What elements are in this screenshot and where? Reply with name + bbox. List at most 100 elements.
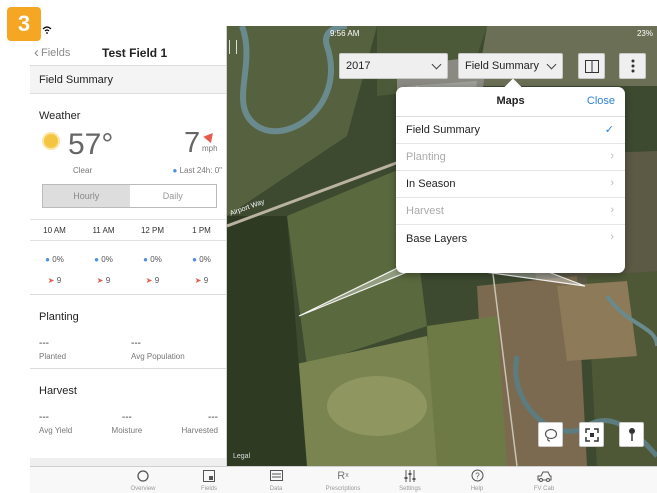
svg-text:?: ? bbox=[475, 472, 480, 481]
stat-value: --- bbox=[39, 412, 49, 423]
lasso-button[interactable] bbox=[538, 422, 563, 447]
tab-fv-cab[interactable]: FV Cab bbox=[514, 468, 574, 492]
hour-wind-value: 9 bbox=[56, 276, 62, 285]
nav-bar: ‹ Fields Test Field 1 bbox=[30, 40, 226, 66]
hour-time: 11 AM bbox=[92, 225, 115, 235]
chevron-down-icon bbox=[431, 59, 442, 70]
tab-daily[interactable]: Daily bbox=[130, 185, 217, 207]
wind-arrow-icon: ➤ bbox=[145, 276, 153, 285]
tab-label: Prescriptions bbox=[325, 486, 361, 492]
back-button[interactable]: ‹ Fields bbox=[34, 45, 70, 60]
tab-label: Fields bbox=[200, 486, 217, 492]
condition: Clear bbox=[73, 166, 93, 175]
tab-label: Settings bbox=[399, 486, 421, 492]
wifi-icon bbox=[42, 26, 52, 34]
wind-unit: mph bbox=[202, 144, 218, 153]
more-options-button[interactable] bbox=[619, 53, 646, 79]
hour-rain-cell: ● 0% bbox=[79, 255, 128, 264]
hour-time: 12 PM bbox=[140, 225, 165, 235]
wind-direction-icon bbox=[203, 129, 217, 144]
stat-label: Planted bbox=[39, 352, 67, 361]
map-item-label: Harvest bbox=[406, 205, 444, 217]
legal-link[interactable]: Legal bbox=[233, 453, 250, 460]
map-item-field-summary[interactable]: Field Summary ✓ bbox=[396, 117, 625, 144]
tab-data[interactable]: Data bbox=[246, 468, 306, 492]
rain-24h-value: Last 24h: 0" bbox=[179, 166, 222, 175]
wind-speed: 7 bbox=[184, 127, 201, 159]
planting-section: Planting --- Planted --- Avg Population bbox=[30, 294, 226, 362]
section-header: Field Summary bbox=[30, 66, 226, 94]
hour-wind-cell: ➤ 9 bbox=[79, 276, 128, 285]
stat-avg-yield: --- Avg Yield bbox=[39, 412, 72, 436]
stat-value: --- bbox=[39, 338, 49, 349]
hour-rain-cell: ● 0% bbox=[128, 255, 177, 264]
tab-label: Data bbox=[269, 486, 283, 492]
hour-wind-value: 9 bbox=[203, 276, 209, 285]
weather-title: Weather bbox=[39, 110, 81, 122]
page-title: Test Field 1 bbox=[102, 45, 168, 60]
map-item-base-layers[interactable]: Base Layers › bbox=[396, 225, 625, 252]
chevron-left-icon: ‹ bbox=[34, 44, 39, 61]
hour-wind-cell: ➤ 9 bbox=[30, 276, 79, 285]
layer-select-value: Field Summary bbox=[465, 60, 539, 72]
settings-icon bbox=[380, 468, 440, 483]
hour-rain-value: 0% bbox=[199, 255, 211, 264]
tab-settings[interactable]: Settings bbox=[380, 468, 440, 492]
tab-fields[interactable]: Fields bbox=[179, 468, 239, 492]
tab-prescriptions[interactable]: Rx Prescriptions bbox=[313, 468, 373, 493]
raindrop-icon: ● bbox=[45, 255, 51, 264]
status-time: 9:56 AM bbox=[330, 29, 360, 38]
fields-icon bbox=[179, 468, 239, 483]
chevron-right-icon: › bbox=[610, 204, 614, 216]
raindrop-icon: ● bbox=[172, 166, 178, 175]
drop-pin-button[interactable] bbox=[619, 422, 644, 447]
chevron-right-icon: › bbox=[610, 150, 614, 162]
hour-wind-value: 9 bbox=[154, 276, 160, 285]
more-vertical-icon bbox=[631, 59, 634, 73]
help-icon: ? bbox=[447, 468, 507, 483]
harvest-section: Harvest --- Avg Yield --- Moisture --- H… bbox=[30, 368, 226, 436]
map-item-label: Planting bbox=[406, 151, 446, 163]
fit-bounds-icon bbox=[584, 427, 599, 442]
stat-avg-population: --- Avg Population bbox=[131, 338, 185, 362]
field-panel: ‹ Fields Test Field 1 Field Summary Weat… bbox=[30, 26, 227, 466]
wind-arrow-icon: ➤ bbox=[96, 276, 104, 285]
tab-overview[interactable]: Overview bbox=[113, 468, 173, 492]
stat-label: Avg Population bbox=[131, 352, 185, 361]
fit-bounds-button[interactable] bbox=[579, 422, 604, 447]
hour-times: 10 AM 11 AM 12 PM 1 PM bbox=[30, 220, 226, 241]
popover-header: Maps Close bbox=[396, 87, 625, 117]
stat-value: --- bbox=[131, 338, 141, 349]
stat-label: Moisture bbox=[111, 426, 143, 435]
year-select[interactable]: 2017 bbox=[339, 53, 448, 79]
map-item-in-season[interactable]: In Season › bbox=[396, 171, 625, 198]
layer-select[interactable]: Field Summary bbox=[458, 53, 563, 79]
hour-rain-value: 0% bbox=[52, 255, 64, 264]
tab-help[interactable]: ? Help bbox=[447, 468, 507, 492]
planting-stats: --- Planted --- Avg Population bbox=[30, 338, 226, 362]
split-view-button[interactable] bbox=[578, 53, 605, 79]
step-badge: 3 bbox=[7, 7, 41, 41]
wind-arrow-icon: ➤ bbox=[47, 276, 55, 285]
hour-time: 10 AM bbox=[43, 225, 66, 235]
harvest-stats: --- Avg Yield --- Moisture --- Harvested bbox=[30, 412, 226, 436]
raindrop-icon: ● bbox=[94, 255, 100, 264]
hour-rain-value: 0% bbox=[150, 255, 162, 264]
back-label: Fields bbox=[41, 46, 71, 59]
chevron-right-icon: › bbox=[610, 177, 614, 189]
harvest-title: Harvest bbox=[39, 385, 77, 397]
map-item-planting: Planting › bbox=[396, 144, 625, 171]
close-button[interactable]: Close bbox=[587, 95, 615, 107]
hour-rain-cell: ● 0% bbox=[177, 255, 226, 264]
panel-resize-handle[interactable] bbox=[229, 40, 237, 54]
split-view-icon bbox=[584, 59, 599, 73]
weather-current: 57° Clear 7 mph ● Last 24h: 0" bbox=[30, 122, 226, 175]
lasso-icon bbox=[544, 428, 557, 442]
hour-rain-value: 0% bbox=[101, 255, 113, 264]
tab-hourly[interactable]: Hourly bbox=[43, 185, 130, 207]
sun-icon bbox=[44, 134, 58, 148]
stat-planted: --- Planted bbox=[39, 338, 131, 362]
stat-moisture: --- Moisture bbox=[111, 413, 143, 436]
hour-wind-value: 9 bbox=[105, 276, 111, 285]
tab-label: Overview bbox=[130, 486, 156, 492]
